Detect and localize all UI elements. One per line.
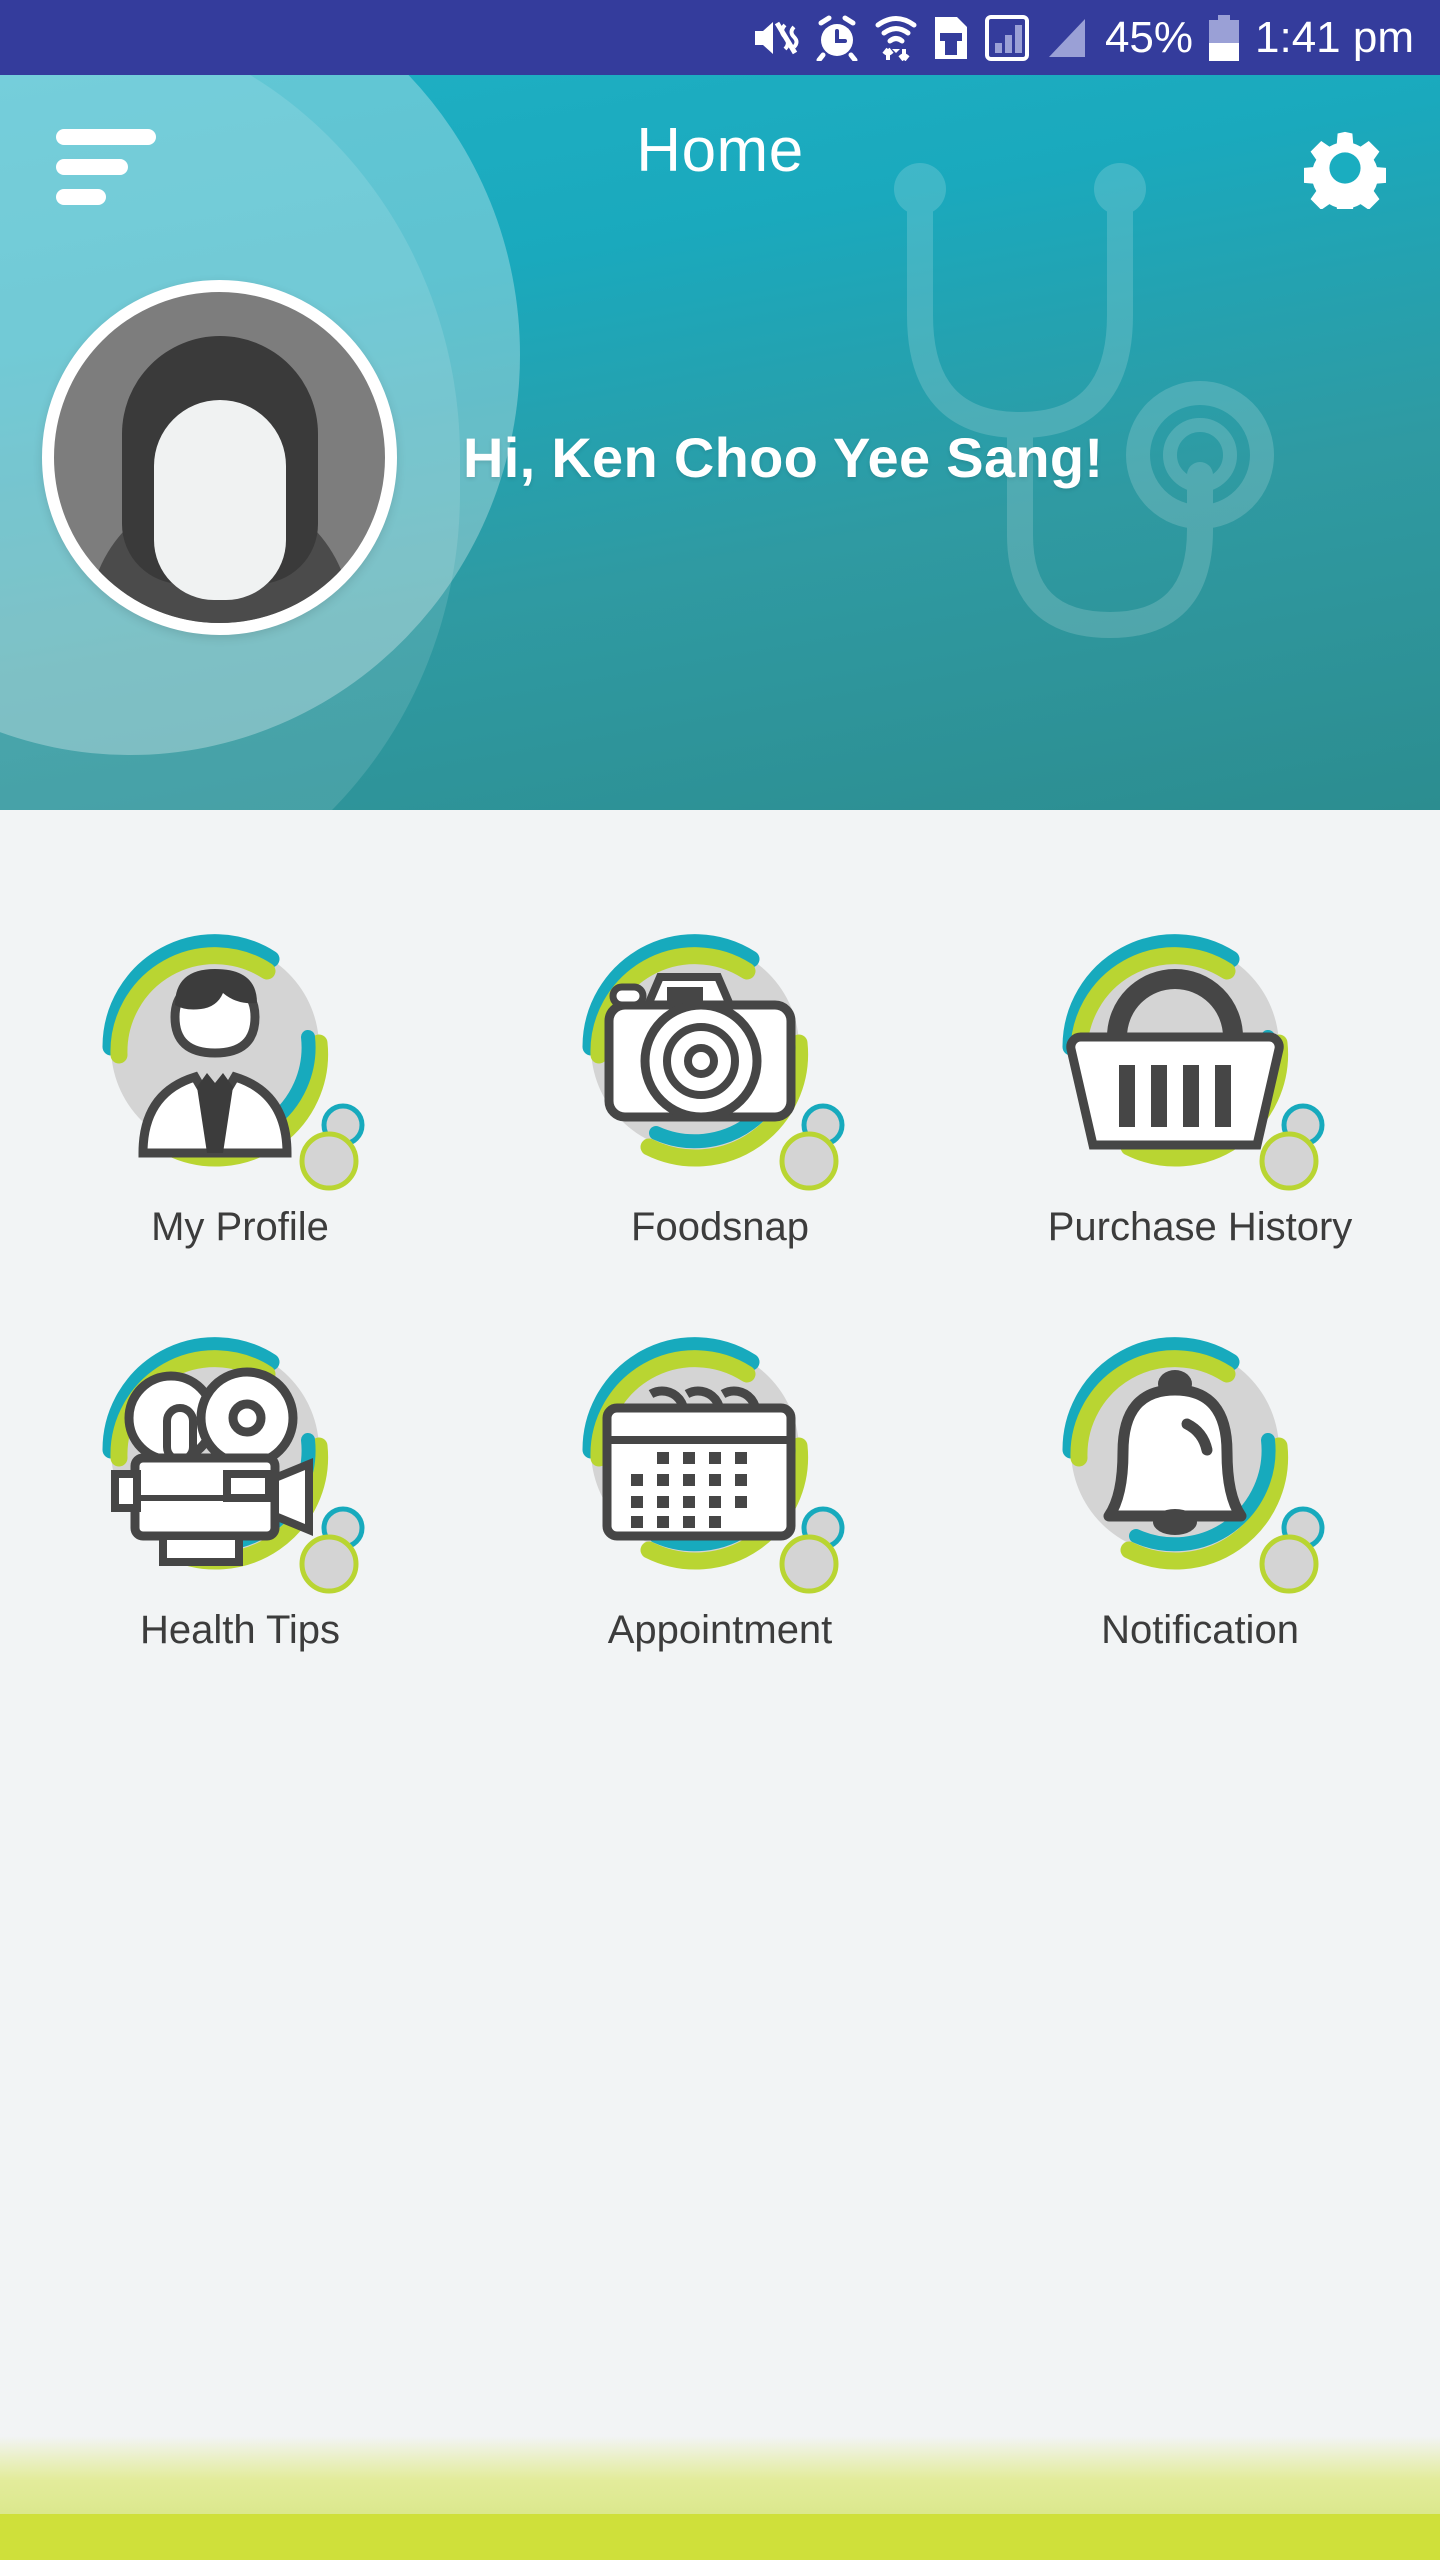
wifi-data-icon — [875, 15, 917, 61]
alarm-clock-icon — [816, 15, 858, 61]
tile-label: Appointment — [607, 1608, 833, 1652]
page-title: Home — [636, 116, 804, 185]
tile-health-tips[interactable]: Health Tips — [0, 1328, 480, 1653]
main-content: My Profile Foodsnap Purchase History Hea… — [0, 810, 1440, 2560]
tile-label: Notification — [1101, 1608, 1299, 1652]
sim-card-icon — [934, 16, 967, 59]
movie-camera-icon — [75, 1328, 405, 1598]
person-tie-icon — [75, 925, 405, 1195]
calendar-icon — [555, 1328, 885, 1598]
app-header: Home Hi, Ken Choo Yee Sang! — [0, 75, 1440, 810]
battery-percent-label: 45% — [1104, 12, 1194, 62]
tile-notification[interactable]: Notification — [960, 1328, 1440, 1653]
clock-label: 1:41 pm — [1255, 12, 1414, 62]
tile-label: Foodsnap — [631, 1205, 809, 1249]
bell-icon — [1035, 1328, 1365, 1598]
profile-greeting-row: Hi, Ken Choo Yee Sang! — [0, 280, 1440, 635]
shopping-basket-icon — [1035, 925, 1365, 1195]
mute-vibrate-icon — [754, 21, 799, 54]
tile-my-profile[interactable]: My Profile — [0, 925, 480, 1250]
status-bar: 45% 1:41 pm — [0, 0, 1440, 75]
camera-icon — [555, 925, 885, 1195]
signal-bars-boxed-icon — [984, 14, 1029, 61]
tile-label: Purchase History — [1047, 1205, 1353, 1249]
header-topbar: Home — [0, 75, 1440, 245]
gear-icon[interactable] — [1304, 127, 1386, 209]
tile-label: Health Tips — [139, 1608, 341, 1652]
app-screen: 45% 1:41 pm Home Hi, Ken Choo Yee Sang! … — [0, 0, 1440, 2560]
ground-bar — [0, 2514, 1440, 2560]
feature-grid: My Profile Foodsnap Purchase History Hea… — [0, 925, 1440, 1653]
avatar[interactable] — [42, 280, 397, 635]
tile-appointment[interactable]: Appointment — [480, 1328, 960, 1653]
tile-foodsnap[interactable]: Foodsnap — [480, 925, 960, 1250]
tile-purchase-history[interactable]: Purchase History — [960, 925, 1440, 1250]
tile-label: My Profile — [151, 1205, 329, 1249]
signal-triangle-icon — [1048, 18, 1085, 57]
ground-gradient — [0, 2436, 1440, 2514]
greeting-text: Hi, Ken Choo Yee Sang! — [463, 426, 1104, 489]
battery-icon — [1209, 14, 1240, 61]
